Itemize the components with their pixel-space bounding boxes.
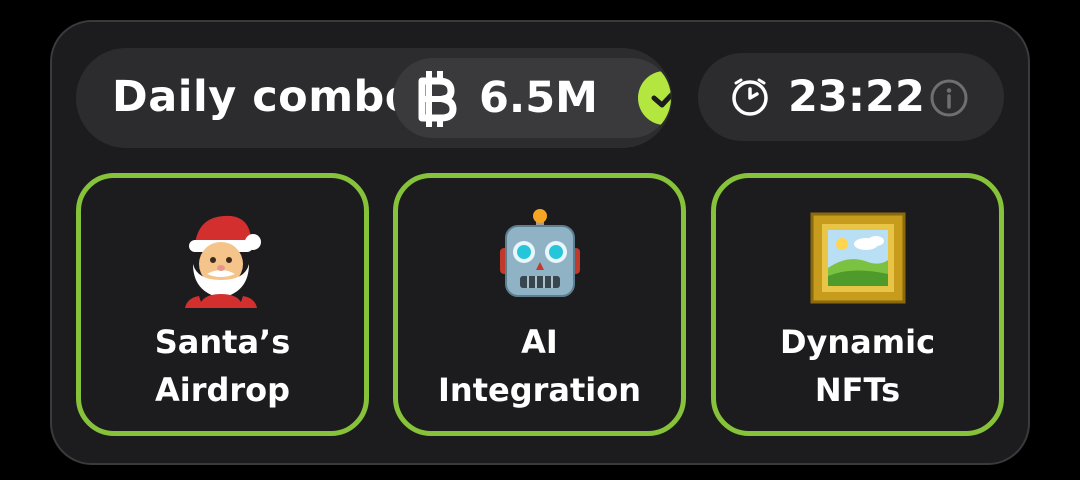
clock-icon (730, 77, 770, 121)
santa-emoji-icon (173, 208, 273, 308)
combo-card-label-line: NFTs (814, 371, 901, 409)
combo-card-label-line: AI (521, 323, 558, 361)
framed-picture-emoji-icon (808, 208, 908, 308)
combo-card-label-line: Airdrop (154, 371, 291, 409)
combo-card-label-line: Integration (438, 371, 641, 409)
timer-value: 23:22 (788, 72, 925, 122)
reward-pill: 6.5M (393, 58, 671, 138)
combo-card-label-line: Dynamic (779, 323, 936, 361)
coin-icon (413, 68, 459, 130)
combo-card-label-line: Santa’s (154, 323, 291, 361)
combo-card-label: AI Integration (398, 318, 681, 414)
reward-value: 6.5M (479, 73, 598, 123)
combo-card-label: Santa’s Airdrop (81, 318, 364, 414)
combo-card-dynamic-nfts[interactable]: Dynamic NFTs (711, 173, 1004, 436)
check-icon (638, 71, 671, 125)
combo-card-label: Dynamic NFTs (716, 318, 999, 414)
daily-combo-title: Daily combo (112, 72, 415, 122)
combo-card-santas-airdrop[interactable]: Santa’s Airdrop (76, 173, 369, 436)
info-icon[interactable] (929, 78, 969, 122)
robot-emoji-icon (490, 208, 590, 308)
timer-pill: 23:22 (698, 53, 1004, 141)
combo-card-ai-integration[interactable]: AI Integration (393, 173, 686, 436)
